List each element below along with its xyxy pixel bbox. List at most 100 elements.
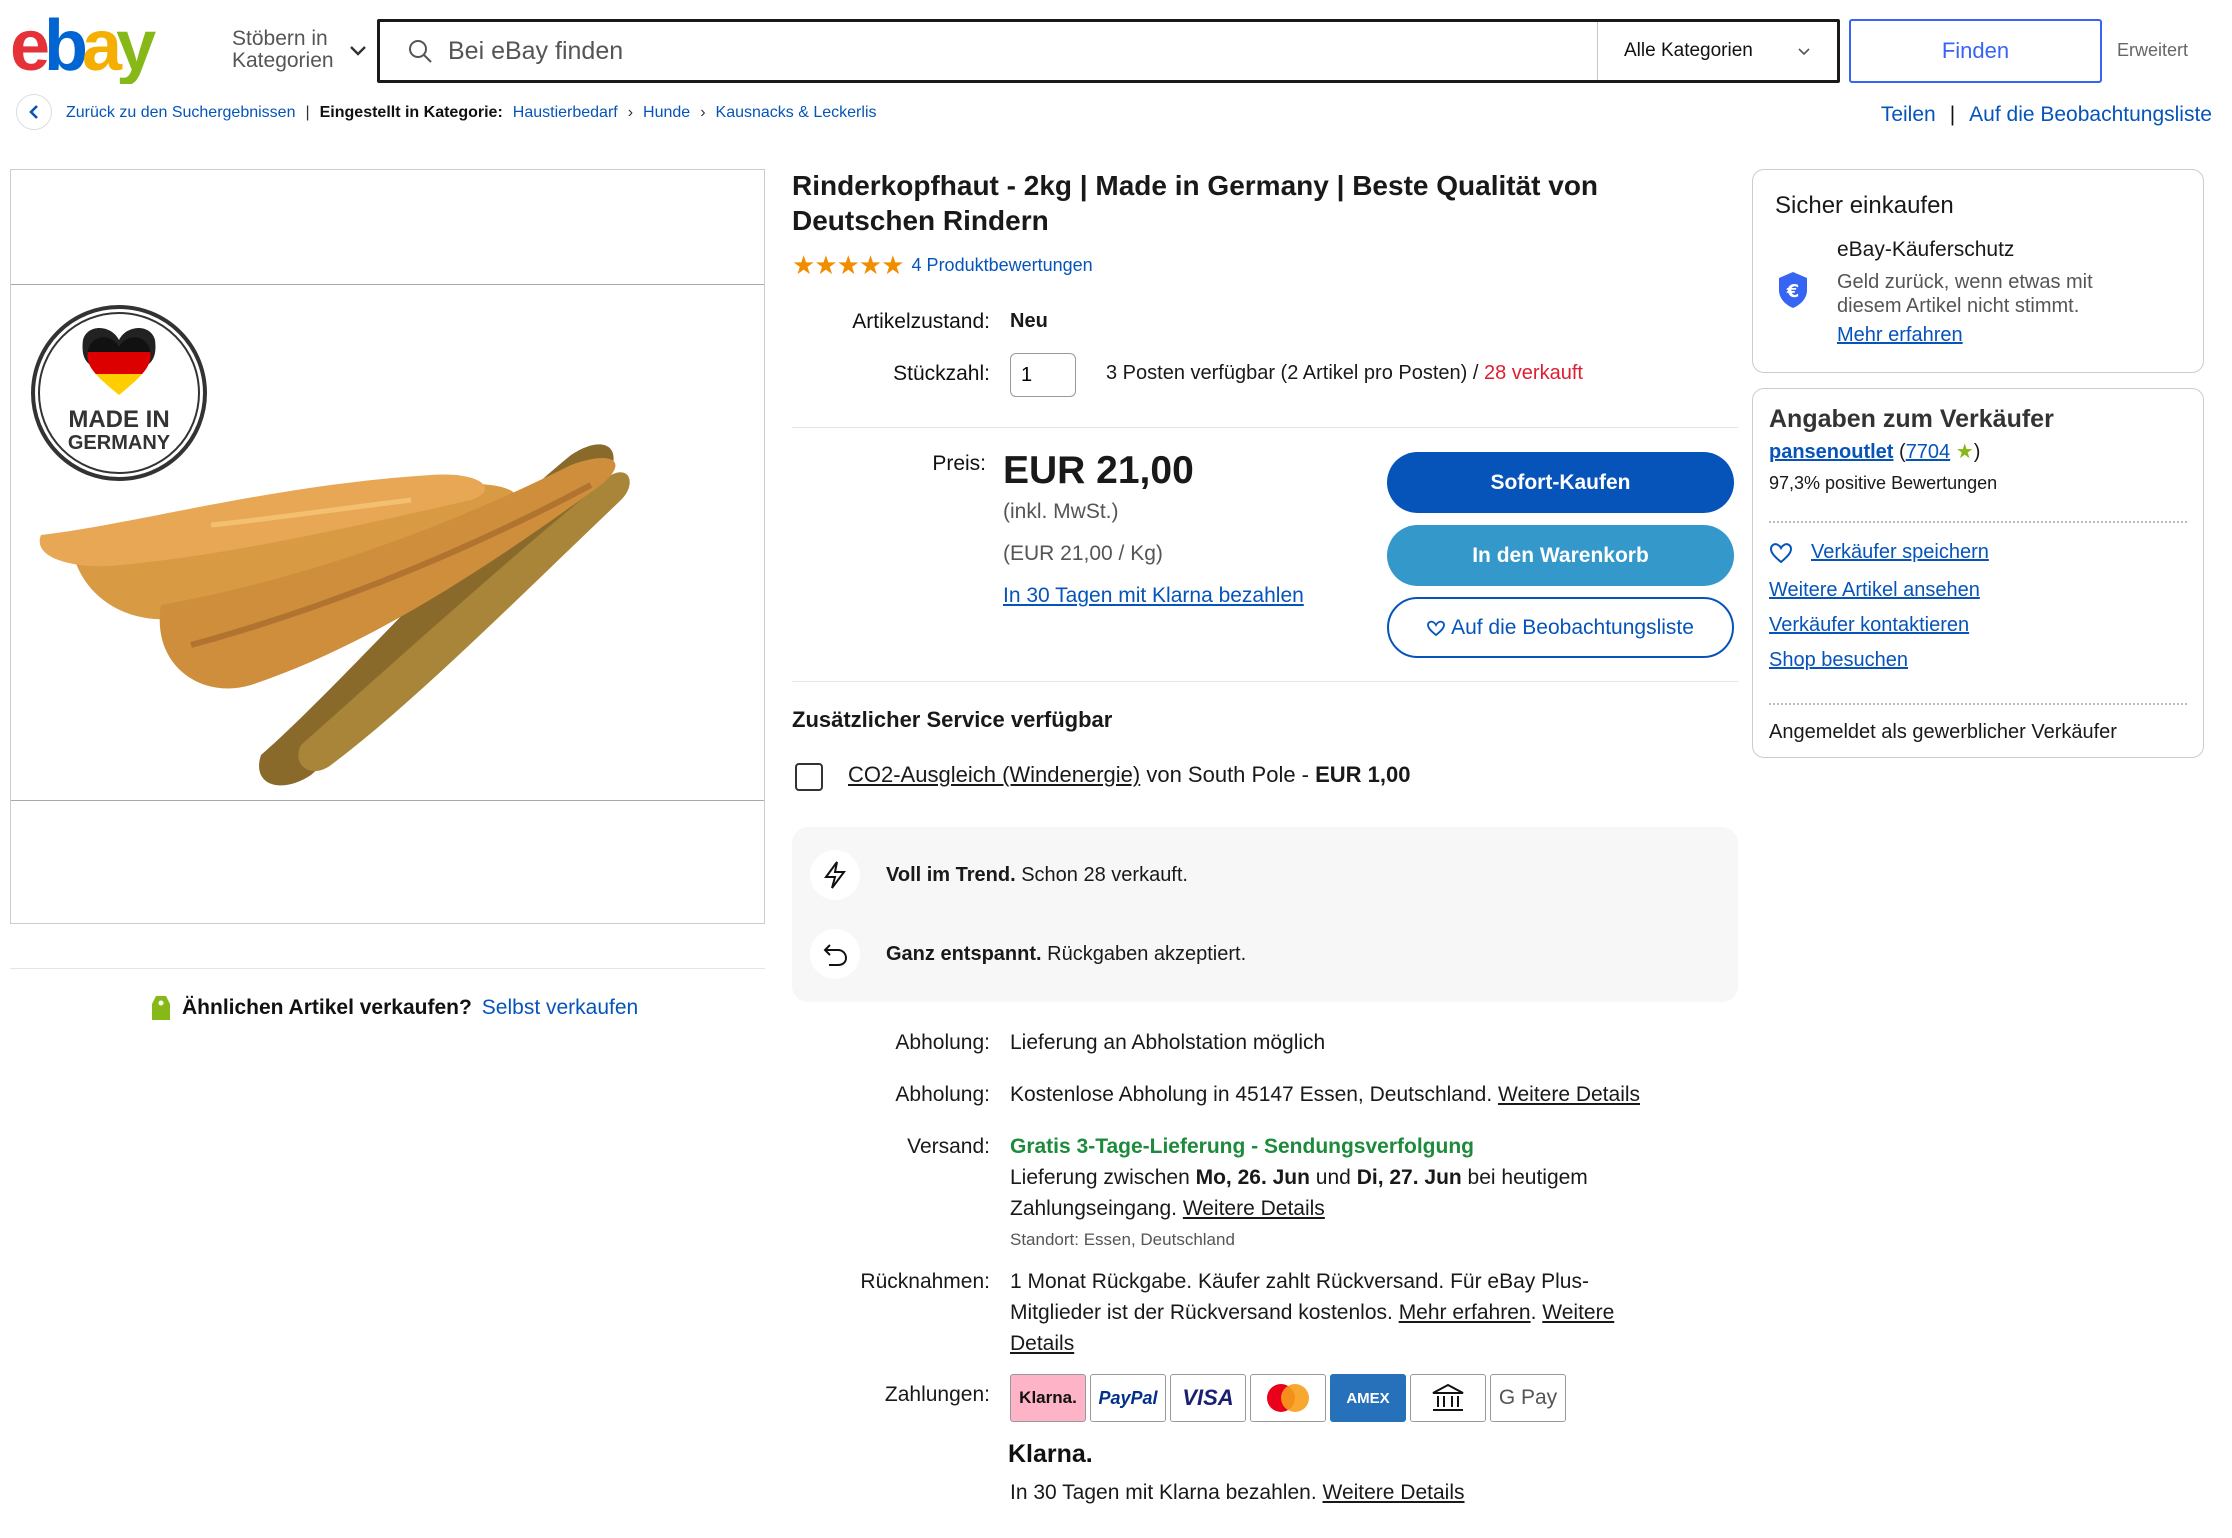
seller-name-link[interactable]: pansenoutlet: [1769, 441, 1893, 463]
highlight-trend-bold: Voll im Trend.: [886, 863, 1016, 886]
pickup2-details-link[interactable]: Weitere Details: [1498, 1083, 1640, 1106]
sold-count[interactable]: 28 verkauft: [1484, 362, 1583, 384]
pickup2-value: Kostenlose Abholung in 45147 Essen, Deut…: [1010, 1079, 1640, 1110]
breadcrumb: Zurück zu den Suchergebnissen | Eingeste…: [66, 104, 877, 122]
co2-price: EUR 1,00: [1315, 762, 1411, 787]
breadcrumb-separator: |: [305, 104, 310, 121]
klarna-details-link[interactable]: Weitere Details: [1323, 1481, 1465, 1504]
klarna-icon: Klarna.: [1010, 1374, 1086, 1422]
divider: [1769, 521, 2187, 523]
breadcrumb-item-dogs[interactable]: Hunde: [643, 104, 690, 122]
amex-icon: AMEX: [1330, 1374, 1406, 1422]
svg-text:ebay: ebay: [10, 14, 156, 84]
pickup2-label: Abholung:: [895, 1083, 990, 1106]
lightning-icon: [810, 850, 860, 900]
payments-label: Zahlungen:: [884, 1383, 990, 1406]
seller-score-link[interactable]: 7704: [1906, 441, 1951, 463]
breadcrumb-item-chews[interactable]: Kausnacks & Leckerlis: [716, 104, 877, 122]
shipping-value: Gratis 3-Tage-Lieferung - Sendungsverfol…: [1010, 1131, 1710, 1255]
service-title: Zusätzlicher Service verfügbar: [792, 707, 1113, 732]
price-label: Preis:: [932, 452, 986, 475]
co2-link[interactable]: CO2-Ausgleich (Windenergie): [848, 762, 1140, 787]
shipping-label: Versand:: [907, 1135, 990, 1158]
rating: ★★★★★ 4 Produktbewertungen: [792, 250, 1093, 281]
category-select-label: Alle Kategorien: [1624, 40, 1753, 61]
find-button[interactable]: Finden: [1849, 19, 2102, 83]
shipping-free: Gratis 3-Tage-Lieferung - Sendungsverfol…: [1010, 1135, 1474, 1158]
returns-details-link[interactable]: Weitere: [1542, 1301, 1614, 1324]
save-seller-link[interactable]: Verkäufer speichern: [1811, 541, 1989, 564]
quantity-label: Stückzahl:: [893, 362, 990, 385]
back-button[interactable]: [16, 94, 52, 130]
quantity-input[interactable]: [1010, 353, 1076, 397]
divider: [792, 427, 1738, 428]
pickup2-text: Kostenlose Abholung in 45147 Essen, Deut…: [1010, 1083, 1493, 1106]
browse-categories[interactable]: Stöbern in Kategorien: [232, 28, 368, 72]
shipping-dates: Lieferung zwischen Mo, 26. Jun und Di, 2…: [1010, 1162, 1710, 1193]
ebay-logo[interactable]: ebay: [10, 6, 190, 86]
shield-euro-icon: €: [1779, 272, 1807, 308]
save-seller[interactable]: Verkäufer speichern: [1769, 541, 1989, 564]
ebay-logo-mark: ebay: [10, 6, 162, 86]
search-input[interactable]: [448, 36, 1597, 66]
visit-shop-link[interactable]: Shop besuchen: [1769, 649, 1908, 672]
condition-value: Neu: [1010, 310, 1048, 332]
share-link[interactable]: Teilen: [1881, 103, 1936, 127]
protection-text: Geld zurück, wenn etwas mit diesem Artik…: [1837, 270, 2093, 318]
condition-label: Artikelzustand:: [852, 310, 990, 333]
return-icon: [810, 929, 860, 979]
paypal-icon: PayPal: [1090, 1374, 1166, 1422]
top-actions: Teilen | Auf die Beobachtungsliste: [1881, 103, 2212, 127]
product-image-panel[interactable]: MADE IN GERMANY: [10, 169, 765, 924]
klarna-pay-link[interactable]: In 30 Tagen mit Klarna bezahlen: [1003, 584, 1304, 608]
seller-title: Angaben zum Verkäufer: [1769, 405, 2054, 433]
returns-line2: Mitglieder ist der Rückversand kostenlos…: [1010, 1297, 1710, 1328]
more-items-link[interactable]: Weitere Artikel ansehen: [1769, 579, 1980, 602]
watchlist-link[interactable]: Auf die Beobachtungsliste: [1969, 103, 2212, 127]
highlight-trend: Voll im Trend. Schon 28 verkauft.: [810, 850, 1188, 900]
breadcrumb-item-pet-supplies[interactable]: Haustierbedarf: [513, 104, 618, 122]
chevron-right-icon: ›: [700, 104, 706, 121]
seller-positive: 97,3% positive Bewertungen: [1769, 473, 1998, 493]
shipping-details-link[interactable]: Weitere Details: [1183, 1197, 1325, 1220]
watchlist-button[interactable]: Auf die Beobachtungsliste: [1387, 597, 1734, 658]
returns-details-link-cont[interactable]: Details: [1010, 1332, 1074, 1355]
klarna-info: In 30 Tagen mit Klarna bezahlen. Weitere…: [1010, 1477, 1465, 1508]
seller-identity: pansenoutlet (7704 ★): [1769, 441, 1981, 463]
returns-more-link[interactable]: Mehr erfahren: [1399, 1301, 1531, 1324]
watchlist-button-label: Auf die Beobachtungsliste: [1451, 615, 1694, 639]
protection-line1: Geld zurück, wenn etwas mit: [1837, 271, 2093, 293]
beef-skin-chews: [39, 444, 630, 786]
divider: [10, 968, 765, 969]
advanced-search-link[interactable]: Erweitert: [2117, 40, 2188, 61]
co2-checkbox[interactable]: [795, 763, 823, 791]
category-select[interactable]: Alle Kategorien: [1597, 22, 1837, 80]
price-tag-icon: [152, 996, 170, 1020]
product-image[interactable]: MADE IN GERMANY: [11, 284, 764, 801]
reviews-link[interactable]: 4 Produktbewertungen: [912, 255, 1093, 276]
klarna-logo: Klarna.: [1008, 1440, 1093, 1468]
star-icon: ★: [1955, 441, 1974, 463]
buy-now-button[interactable]: Sofort-Kaufen: [1387, 452, 1734, 513]
heart-icon: [1769, 542, 1793, 563]
protection-title: eBay-Käuferschutz: [1837, 238, 2015, 261]
product-photo: MADE IN GERMANY: [31, 305, 630, 786]
vat-note: (inkl. MwSt.): [1003, 500, 1119, 523]
co2-offset: CO2-Ausgleich (Windenergie) von South Po…: [848, 762, 1411, 788]
shipping-text: Lieferung zwischen: [1010, 1166, 1196, 1189]
returns-value: 1 Monat Rückgabe. Käufer zahlt Rückversa…: [1010, 1266, 1710, 1359]
learn-more-link[interactable]: Mehr erfahren: [1837, 324, 1963, 347]
returns-text: Mitglieder ist der Rückversand kostenlos…: [1010, 1301, 1393, 1324]
item-location: Standort: Essen, Deutschland: [1010, 1230, 1235, 1249]
add-to-cart-button[interactable]: In den Warenkorb: [1387, 525, 1734, 586]
google-pay-icon: G Pay: [1490, 1374, 1566, 1422]
contact-seller-link[interactable]: Verkäufer kontaktieren: [1769, 614, 1969, 637]
product-title: Rinderkopfhaut - 2kg | Made in Germany |…: [792, 170, 1599, 236]
shipping-text-c: Zahlungseingang.: [1010, 1197, 1177, 1220]
shipping-and: und: [1309, 1166, 1357, 1189]
sell-yourself-link[interactable]: Selbst verkaufen: [482, 996, 638, 1020]
shipping-date-start: Mo, 26. Jun: [1195, 1166, 1310, 1189]
svg-text:€: €: [1786, 281, 1800, 302]
back-to-results-link[interactable]: Zurück zu den Suchergebnissen: [66, 104, 295, 122]
klarna-text: In 30 Tagen mit Klarna bezahlen.: [1010, 1481, 1317, 1504]
